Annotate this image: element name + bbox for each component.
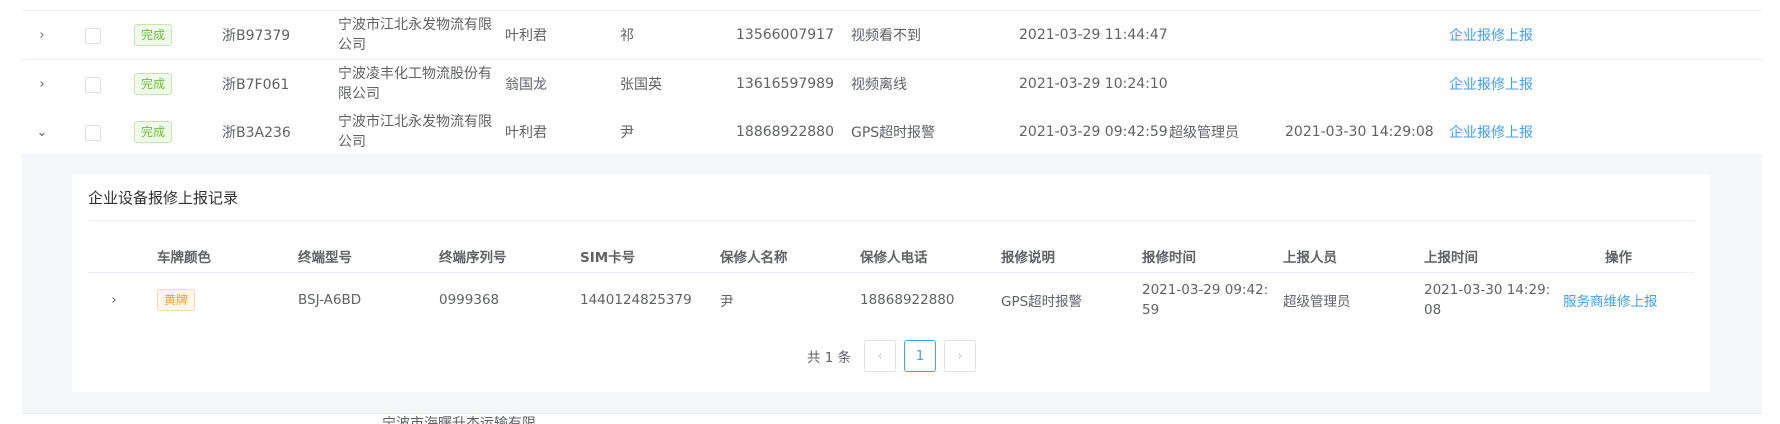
plate-cell: 浙B7F061 xyxy=(222,77,290,93)
repairer-cell: 尹 xyxy=(620,125,634,141)
company-cell: 宁波凌丰化工物流股份有限公司 xyxy=(338,66,492,102)
header-desc: 报修说明 xyxy=(1001,250,1055,266)
time-cell: 2021-03-29 11:44:47 xyxy=(1019,27,1168,43)
table-row: ⌄ 完成 浙B3A236 宁波市江北永发物流有限公司 叶利君 尹 1886892… xyxy=(22,108,1762,157)
company-cell: 宁波市江北永发物流有限公司 xyxy=(338,17,492,53)
status-badge: 完成 xyxy=(134,24,173,46)
header-terminal-serial: 终端序列号 xyxy=(439,250,507,266)
prev-page-chevron-left-icon[interactable]: ‹ xyxy=(864,340,896,372)
desc-cell: GPS超时报警 xyxy=(851,125,936,141)
time-cell: 2021-03-29 09:42:59 xyxy=(1019,124,1168,140)
service-repair-report-link[interactable]: 服务商维修上报 xyxy=(1563,272,1658,328)
repairer-cell: 张国英 xyxy=(620,77,662,93)
report-time-cell: 2021-03-30 14:29:08 xyxy=(1285,124,1434,140)
person-cell: 翁国龙 xyxy=(505,77,547,93)
reporter-cell: 超级管理员 xyxy=(1283,294,1351,310)
inner-table-row: › 黄牌 BSJ-A6BD 0999368 1440124825379 尹 18… xyxy=(88,272,1694,328)
next-page-chevron-right-icon[interactable]: › xyxy=(944,340,976,372)
outer-table: › 完成 浙B97379 宁波市江北永发物流有限公司 叶利君 祁 1356600… xyxy=(22,0,1762,424)
phone-cell: 18868922880 xyxy=(736,124,834,140)
repairer-cell: 祁 xyxy=(620,28,634,44)
plate-color-badge: 黄牌 xyxy=(157,289,196,311)
pagination: 共 1 条 ‹ 1 › xyxy=(72,340,1710,372)
terminal-model-cell: BSJ-A6BD xyxy=(298,292,362,308)
repair-time-cell: 2021-03-29 09:42:59 xyxy=(1142,282,1269,318)
table-row: › 完成 浙B97379 宁波市江北永发物流有限公司 叶利君 祁 1356600… xyxy=(22,11,1762,60)
status-badge: 完成 xyxy=(134,73,173,95)
card-title: 企业设备报修上报记录 xyxy=(88,174,1694,221)
row-checkbox[interactable] xyxy=(85,28,101,44)
pagination-total: 共 1 条 xyxy=(807,350,852,366)
person-cell: 叶利君 xyxy=(505,125,547,141)
enterprise-repair-report-link[interactable]: 企业报修上报 xyxy=(1449,60,1533,108)
header-report-time: 上报时间 xyxy=(1424,250,1478,266)
inner-table-header: 车牌颜色 终端型号 终端序列号 SIM卡号 保修人名称 保修人电话 报修说明 报… xyxy=(88,240,1694,273)
header-sim: SIM卡号 xyxy=(580,250,636,266)
time-cell: 2021-03-29 10:24:10 xyxy=(1019,76,1168,92)
header-plate-color: 车牌颜色 xyxy=(157,250,211,266)
person-cell: 叶利君 xyxy=(505,28,547,44)
report-time-cell: 2021-03-30 14:29:08 xyxy=(1424,282,1551,318)
header-terminal-model: 终端型号 xyxy=(298,250,352,266)
desc-cell: 视频离线 xyxy=(851,77,907,93)
expanded-row-panel: 企业设备报修上报记录 车牌颜色 终端型号 终端序列号 SIM卡号 保修人名称 保… xyxy=(22,154,1762,414)
enterprise-repair-report-link[interactable]: 企业报修上报 xyxy=(1449,108,1533,156)
desc-cell: 视频看不到 xyxy=(851,28,921,44)
row-checkbox[interactable] xyxy=(85,125,101,141)
expand-chevron-right-icon[interactable]: › xyxy=(32,11,52,59)
header-repairer-phone: 保修人电话 xyxy=(860,250,928,266)
page-number-button[interactable]: 1 xyxy=(904,340,936,372)
terminal-serial-cell: 0999368 xyxy=(439,292,500,308)
sim-cell: 1440124825379 xyxy=(580,292,692,308)
header-repairer-name: 保修人名称 xyxy=(720,250,788,266)
enterprise-repair-report-link[interactable]: 企业报修上报 xyxy=(1449,11,1533,59)
repairer-phone-cell: 18868922880 xyxy=(860,292,955,308)
phone-cell: 13566007917 xyxy=(736,27,834,43)
expand-chevron-right-icon[interactable]: › xyxy=(104,272,124,328)
row-checkbox[interactable] xyxy=(85,77,101,93)
status-badge: 完成 xyxy=(134,121,173,143)
header-action: 操作 xyxy=(1605,250,1632,266)
header-reporter: 上报人员 xyxy=(1283,250,1337,266)
phone-cell: 13616597989 xyxy=(736,76,834,92)
repairer-name-cell: 尹 xyxy=(720,294,734,310)
next-row-company-partial: 宁波市海曙升杰运输有限 xyxy=(382,416,536,424)
reporter-cell: 超级管理员 xyxy=(1169,125,1239,141)
plate-cell: 浙B3A236 xyxy=(222,125,291,141)
repair-record-card: 企业设备报修上报记录 车牌颜色 终端型号 终端序列号 SIM卡号 保修人名称 保… xyxy=(72,174,1710,392)
expand-chevron-right-icon[interactable]: › xyxy=(32,60,52,108)
collapse-chevron-down-icon[interactable]: ⌄ xyxy=(32,108,52,156)
table-row: › 完成 浙B7F061 宁波凌丰化工物流股份有限公司 翁国龙 张国英 1361… xyxy=(22,60,1762,109)
desc-cell: GPS超时报警 xyxy=(1001,294,1083,310)
company-cell: 宁波市江北永发物流有限公司 xyxy=(338,114,492,150)
header-repair-time: 报修时间 xyxy=(1142,250,1196,266)
plate-cell: 浙B97379 xyxy=(222,28,291,44)
